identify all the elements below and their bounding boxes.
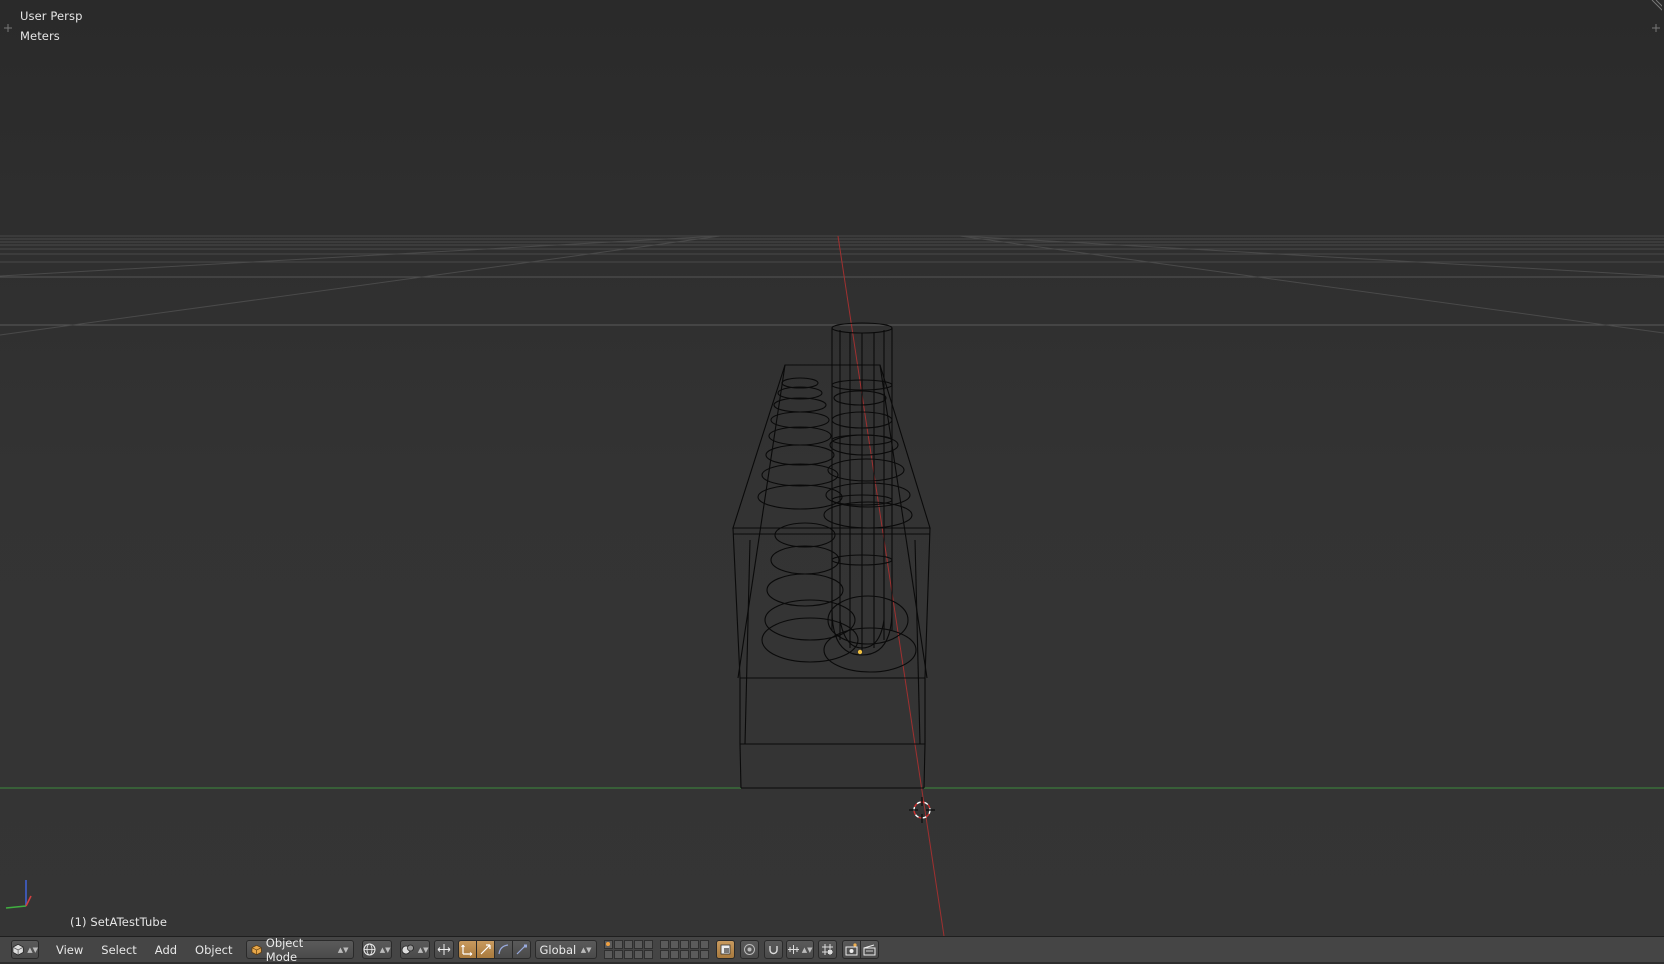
test-tube-rack-wireframe bbox=[732, 322, 931, 789]
object-mode-cube-icon bbox=[251, 944, 262, 955]
dropdown-arrows-icon: ▲▼ bbox=[337, 945, 349, 954]
layer-1-active[interactable] bbox=[603, 940, 613, 949]
snap-toggle-icon bbox=[768, 946, 778, 955]
scale-button[interactable] bbox=[511, 940, 531, 959]
rotate-icon bbox=[480, 944, 491, 955]
split-corner-top-left-icon[interactable] bbox=[2, 22, 14, 34]
snap-target-icon bbox=[821, 944, 833, 955]
mode-label: Object Mode bbox=[265, 935, 304, 964]
mode-selector[interactable]: Object Mode ▲▼ bbox=[245, 936, 354, 964]
manipulator-toggle-button[interactable] bbox=[433, 940, 454, 959]
menu-view[interactable]: View bbox=[47, 939, 92, 961]
units-label: Meters bbox=[20, 29, 60, 43]
layer-button[interactable] bbox=[669, 950, 679, 959]
layer-button[interactable] bbox=[643, 950, 653, 959]
layer-block-2[interactable] bbox=[659, 940, 709, 959]
layer-button[interactable] bbox=[633, 950, 643, 959]
layer-button[interactable] bbox=[689, 940, 699, 949]
scale-arrow-icon bbox=[516, 944, 527, 955]
dropdown-arrows-icon: ▲▼ bbox=[417, 945, 429, 954]
layer-button[interactable] bbox=[633, 940, 643, 949]
floor-grid bbox=[0, 235, 1664, 336]
object-origin bbox=[857, 649, 863, 655]
layer-button[interactable] bbox=[699, 940, 709, 949]
menu-add[interactable]: Add bbox=[146, 939, 186, 961]
viewport-shading-button[interactable]: ▲▼ bbox=[361, 940, 392, 959]
manipulator-group bbox=[457, 940, 531, 959]
layer-button[interactable] bbox=[699, 950, 709, 959]
scale-icon bbox=[497, 944, 508, 955]
pivot-point-button[interactable]: ▲▼ bbox=[399, 940, 430, 959]
layer-button[interactable] bbox=[603, 950, 613, 959]
dropdown-arrows-icon: ▲▼ bbox=[379, 945, 391, 954]
translate-button[interactable] bbox=[457, 940, 477, 959]
translate-icon bbox=[460, 944, 472, 956]
lock-camera-layer-icon bbox=[720, 944, 730, 955]
manipulator-toggle-icon bbox=[437, 944, 450, 955]
view-name-label: User Persp bbox=[20, 9, 83, 23]
layer-button[interactable] bbox=[613, 950, 623, 959]
render-group bbox=[841, 940, 879, 959]
layer-button[interactable] bbox=[679, 940, 689, 949]
split-corner-top-right-icon[interactable] bbox=[1650, 22, 1662, 34]
viewport-scene bbox=[0, 235, 1664, 936]
layer-button[interactable] bbox=[669, 940, 679, 949]
editor-type-button[interactable]: ▲▼ bbox=[11, 940, 39, 959]
layer-button[interactable] bbox=[659, 940, 669, 949]
shading-sphere-icon bbox=[363, 943, 376, 956]
snap-target-button[interactable] bbox=[817, 940, 837, 959]
3d-viewport[interactable]: User Persp Meters (1) SetATestTube bbox=[0, 0, 1664, 936]
opengl-render-icon bbox=[845, 943, 858, 956]
layer-button[interactable] bbox=[623, 940, 633, 949]
opengl-animation-icon bbox=[863, 944, 876, 956]
transform-orientation-selector[interactable]: Global ▲▼ bbox=[534, 940, 597, 959]
lock-camera-layers-button[interactable] bbox=[715, 940, 735, 959]
snap-element-selector[interactable]: ▲▼ bbox=[785, 940, 814, 959]
rotate-arc-button[interactable] bbox=[493, 940, 513, 959]
menu-object[interactable]: Object bbox=[186, 939, 241, 961]
snap-toggle-button[interactable] bbox=[763, 940, 783, 959]
3d-viewport-icon bbox=[12, 943, 24, 956]
proportional-edit-icon bbox=[743, 944, 755, 955]
split-corner-diagonal-icon[interactable] bbox=[1650, 0, 1662, 12]
3d-view-header: ▲▼ View Select Add Object Object Mode ▲▼… bbox=[0, 936, 1664, 964]
pivot-point-icon bbox=[401, 944, 414, 955]
layer-button[interactable] bbox=[659, 950, 669, 959]
dropdown-arrows-icon: ▲▼ bbox=[27, 945, 38, 954]
proportional-edit-button[interactable] bbox=[739, 940, 759, 959]
active-object-label: (1) SetATestTube bbox=[70, 915, 167, 929]
axis-gizmo bbox=[5, 880, 32, 909]
snap-element-icon bbox=[787, 945, 799, 954]
layer-button[interactable] bbox=[679, 950, 689, 959]
layer-button[interactable] bbox=[613, 940, 623, 949]
dropdown-arrows-icon: ▲▼ bbox=[580, 945, 592, 954]
dropdown-arrows-icon: ▲▼ bbox=[801, 945, 813, 954]
layer-button[interactable] bbox=[643, 940, 653, 949]
layer-button[interactable] bbox=[689, 950, 699, 959]
layer-block-1[interactable] bbox=[603, 940, 653, 959]
opengl-render-button[interactable] bbox=[841, 940, 861, 959]
rotate-button[interactable] bbox=[475, 940, 495, 959]
menu-select[interactable]: Select bbox=[92, 939, 145, 961]
layer-button[interactable] bbox=[623, 950, 633, 959]
3d-cursor bbox=[909, 797, 935, 823]
opengl-animation-button[interactable] bbox=[859, 940, 879, 959]
orientation-label: Global bbox=[539, 942, 577, 957]
